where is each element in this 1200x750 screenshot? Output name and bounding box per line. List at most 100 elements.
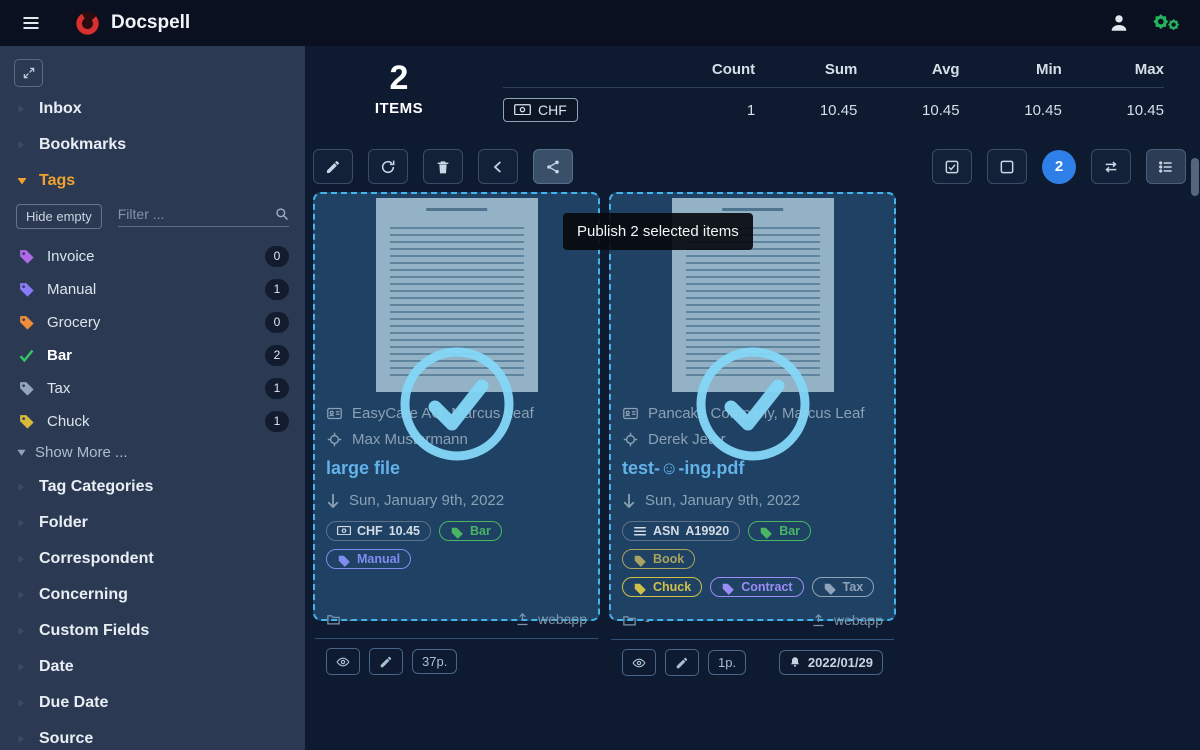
stats-header-min: Min [960,61,1062,78]
preview-button[interactable] [326,648,360,675]
chevron-down-icon [16,175,26,187]
tag-row-grocery[interactable]: Grocery 0 [0,306,305,339]
edit-item-button[interactable] [369,648,403,675]
item-title[interactable]: test-☺-ing.pdf [622,458,883,479]
tag-row-tax[interactable]: Tax 1 [0,372,305,405]
publish-selected-button[interactable] [533,149,573,184]
angle-left-icon [490,159,506,175]
id-card-icon [622,405,639,422]
item-title[interactable]: large file [326,458,587,479]
item-date: Sun, January 9th, 2022 [645,492,800,509]
sidebar-item-tag-categories[interactable]: Tag Categories [0,469,305,505]
tag-badge-manual[interactable]: Manual [326,549,411,569]
tag-badge-chuck[interactable]: Chuck [622,577,702,597]
hide-empty-button[interactable]: Hide empty [16,204,102,229]
sidebar-item-label: Custom Fields [39,622,149,640]
sidebar-item-tags[interactable]: Tags [0,163,305,199]
arrow-down-icon [326,493,340,509]
show-more-tags[interactable]: Show More ... [0,438,305,469]
merge-button[interactable] [478,149,518,184]
tag-badge-bar[interactable]: Bar [439,521,502,541]
document-thumbnail [376,198,538,392]
tag-icon [450,526,464,537]
top-navbar: Docspell [0,0,1200,46]
tag-badge-label: Tax [843,580,864,594]
sidebar-item-due-date[interactable]: Due Date [0,685,305,721]
stats-value-min: 10.45 [960,102,1062,119]
selected-count-badge[interactable]: 2 [1042,150,1076,184]
tag-name: Manual [47,281,96,298]
person-text[interactable]: Derek Jeter [648,431,726,448]
preview-button[interactable] [622,649,656,676]
tag-count-badge: 1 [265,411,289,432]
tag-row-invoice[interactable]: Invoice 0 [0,240,305,273]
eye-icon [336,655,350,668]
tag-name: Grocery [47,314,100,331]
select-all-button[interactable] [932,149,972,184]
id-card-icon [326,405,343,422]
eye-icon [632,656,646,669]
tag-filter-field [118,206,289,227]
person-text[interactable]: Max Mustermann [352,431,468,448]
menu-icon[interactable] [18,10,44,36]
edit-item-button[interactable] [665,649,699,676]
app-title: Docspell [111,12,190,34]
correspondent-text[interactable]: Pancake Company, Marcus Leaf [648,405,865,422]
chevron-right-icon [16,553,26,565]
stats-header-sum: Sum [755,61,857,78]
tag-row-bar-selected[interactable]: Bar 2 [0,339,305,372]
amount-badge[interactable]: CHF 10.45 [326,521,431,541]
sidebar-item-date[interactable]: Date [0,649,305,685]
tag-row-manual[interactable]: Manual 1 [0,273,305,306]
collapse-sidebar-button[interactable] [14,59,43,87]
item-card[interactable]: EasyCare AG, Marcus Leaf Max Mustermann … [313,192,600,621]
stats-value-sum: 10.45 [755,102,857,119]
tag-badge-label: Bar [779,524,800,538]
settings-gears-icon[interactable] [1152,11,1182,35]
currency-code: CHF [538,102,567,118]
tag-name: Bar [47,347,72,364]
tag-icon [633,582,647,593]
tag-badge-bar[interactable]: Bar [748,521,811,541]
stats-value-avg: 10.45 [857,102,959,119]
sidebar-item-custom-fields[interactable]: Custom Fields [0,613,305,649]
sidebar-item-label: Correspondent [39,550,154,568]
sidebar-item-correspondent[interactable]: Correspondent [0,541,305,577]
search-icon [275,207,289,221]
page-count-badge: 1p. [708,650,746,675]
folder-icon [622,613,637,628]
scrollbar-thumb[interactable] [1191,158,1199,196]
restore-button[interactable] [368,149,408,184]
toggle-selection-button[interactable] [1091,149,1131,184]
banknote-icon [337,526,351,537]
redo-icon [380,159,396,175]
sidebar-item-bookmarks[interactable]: Bookmarks [0,127,305,163]
delete-selected-button[interactable] [423,149,463,184]
item-cards: EasyCare AG, Marcus Leaf Max Mustermann … [313,192,1200,621]
sidebar-item-concerning[interactable]: Concerning [0,577,305,613]
tag-badge-book[interactable]: Book [622,549,695,569]
banknote-icon [514,104,531,117]
sidebar-item-label: Folder [39,514,88,532]
sidebar-item-inbox[interactable]: Inbox [0,91,305,127]
tag-badge-contract[interactable]: Contract [710,577,803,597]
asn-value: A19920 [685,524,729,538]
user-icon[interactable] [1108,12,1130,34]
exchange-icon [1103,159,1119,175]
stats-value-max: 10.45 [1062,102,1164,119]
document-preview[interactable] [326,198,587,396]
edit-selected-button[interactable] [313,149,353,184]
view-menu-button[interactable] [1146,149,1186,184]
asn-badge[interactable]: ASN A19920 [622,521,740,541]
tag-row-chuck[interactable]: Chuck 1 [0,405,305,438]
correspondent-text[interactable]: EasyCare AG, Marcus Leaf [352,405,534,422]
tag-icon [337,554,351,565]
tag-badge-label: Book [653,552,684,566]
tag-badge-tax[interactable]: Tax [812,577,875,597]
sidebar-item-folder[interactable]: Folder [0,505,305,541]
deselect-all-button[interactable] [987,149,1027,184]
tag-filter-input[interactable] [118,206,275,222]
item-card[interactable]: Pancake Company, Marcus Leaf Derek Jeter… [609,192,896,621]
docspell-logo[interactable] [74,10,101,37]
sidebar-item-source[interactable]: Source [0,721,305,750]
